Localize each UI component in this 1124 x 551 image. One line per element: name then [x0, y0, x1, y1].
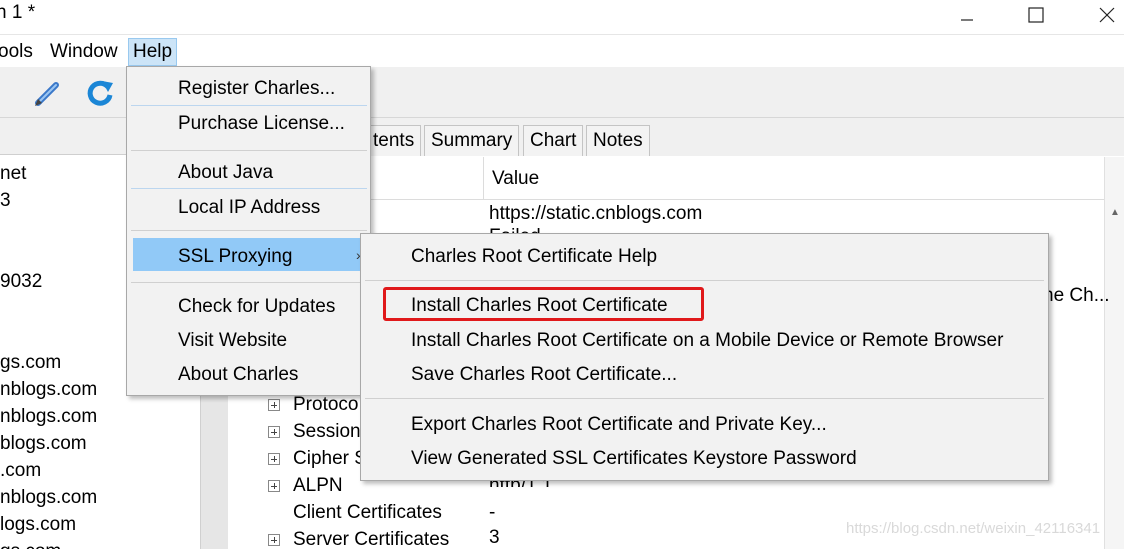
window-title: n 1 *	[0, 2, 36, 23]
refresh-icon	[87, 80, 113, 106]
menu-item-about-java[interactable]: About Java	[178, 162, 273, 184]
url-value: https://static.cnblogs.com	[489, 203, 703, 224]
server-certs-value: 3	[489, 527, 500, 548]
submenu-item-save-root-cert[interactable]: Save Charles Root Certificate...	[411, 364, 677, 386]
minimize-icon	[961, 19, 973, 21]
scroll-up-icon[interactable]: ▲	[1110, 207, 1120, 218]
tree-item[interactable]: nblogs.com	[0, 406, 97, 428]
tree-item[interactable]: blogs.com	[0, 433, 87, 455]
maximize-icon	[1028, 7, 1044, 23]
submenu-item-keystore-password[interactable]: View Generated SSL Certificates Keystore…	[411, 448, 857, 470]
submenu-item-install-mobile[interactable]: Install Charles Root Certificate on a Mo…	[411, 330, 1003, 352]
column-divider[interactable]	[483, 157, 484, 199]
menu-help[interactable]: Help	[128, 38, 178, 66]
tree-item[interactable]: nblogs.com	[0, 487, 97, 509]
menu-window[interactable]: Window	[46, 39, 122, 65]
tree-row-label: Server Certificates	[293, 529, 450, 550]
tree-item[interactable]: nblogs.com	[0, 379, 97, 401]
expand-icon[interactable]	[268, 534, 280, 546]
pen-icon	[35, 82, 59, 106]
menu-separator	[131, 150, 367, 151]
tab-summary[interactable]: Summary	[424, 125, 520, 156]
menu-item-ssl-proxying-label: SSL Proxying	[178, 246, 293, 267]
menu-item-local-ip[interactable]: Local IP Address	[178, 197, 320, 219]
tree-row-label: Session	[293, 421, 361, 442]
tab-chart[interactable]: Chart	[523, 125, 584, 156]
menu-item-about-charles[interactable]: About Charles	[178, 364, 298, 386]
menu-item-purchase-license[interactable]: Purchase License...	[178, 113, 345, 135]
annotation-highlight-box	[383, 287, 704, 321]
tree-item[interactable]: 9032	[0, 271, 42, 293]
tree-item[interactable]: .com	[0, 460, 41, 482]
tree-item[interactable]: gs.com	[0, 541, 61, 549]
tree-item[interactable]: net	[0, 163, 26, 185]
menu-item-register[interactable]: Register Charles...	[178, 78, 335, 100]
tree-item[interactable]: logs.com	[0, 514, 76, 536]
menu-separator	[365, 398, 1044, 399]
tree-row-label: ALPN	[293, 475, 343, 496]
tree-item[interactable]: 3	[0, 190, 11, 212]
menu-item-visit-website[interactable]: Visit Website	[178, 330, 287, 352]
tab-contents[interactable]: tents	[366, 125, 422, 156]
minimize-button[interactable]	[942, 0, 992, 30]
tree-item[interactable]: gs.com	[0, 352, 61, 374]
title-bar: n 1 *	[0, 0, 1124, 34]
tree-row-label: Cipher S	[293, 448, 367, 469]
maximize-button[interactable]	[1011, 0, 1061, 30]
help-menu-dropdown: Register Charles... Purchase License... …	[126, 66, 371, 396]
expand-icon[interactable]	[268, 399, 280, 411]
expand-icon[interactable]	[268, 426, 280, 438]
tree-row-label: Client Certificates	[293, 502, 442, 523]
expand-icon[interactable]	[268, 480, 280, 492]
expand-icon[interactable]	[268, 453, 280, 465]
menu-item-check-updates[interactable]: Check for Updates	[178, 296, 335, 318]
menu-separator	[131, 188, 367, 189]
refresh-button[interactable]	[84, 77, 116, 115]
close-button[interactable]	[1082, 0, 1124, 30]
menu-separator	[131, 105, 367, 106]
value-column-header[interactable]: Value	[492, 168, 539, 190]
menu-bar: ools Window Help	[0, 34, 1124, 67]
tree-row-label: Protoco	[293, 394, 359, 415]
tab-notes[interactable]: Notes	[586, 125, 650, 156]
edit-button[interactable]	[32, 77, 64, 115]
menu-separator	[131, 282, 367, 283]
submenu-item-export-key[interactable]: Export Charles Root Certificate and Priv…	[411, 414, 827, 436]
menu-separator	[131, 230, 367, 231]
watermark: https://blog.csdn.net/weixin_42116341	[846, 520, 1101, 537]
submenu-item-root-cert-help[interactable]: Charles Root Certificate Help	[411, 246, 657, 268]
menu-tools[interactable]: ools	[0, 39, 37, 65]
menu-separator	[365, 280, 1044, 281]
clipped-value: he Ch...	[1043, 285, 1110, 306]
close-icon	[1099, 7, 1115, 23]
vertical-scrollbar[interactable]: ▲	[1104, 157, 1124, 549]
ssl-proxying-submenu: Charles Root Certificate Help Install Ch…	[360, 233, 1049, 481]
client-certs-value: -	[489, 502, 496, 523]
